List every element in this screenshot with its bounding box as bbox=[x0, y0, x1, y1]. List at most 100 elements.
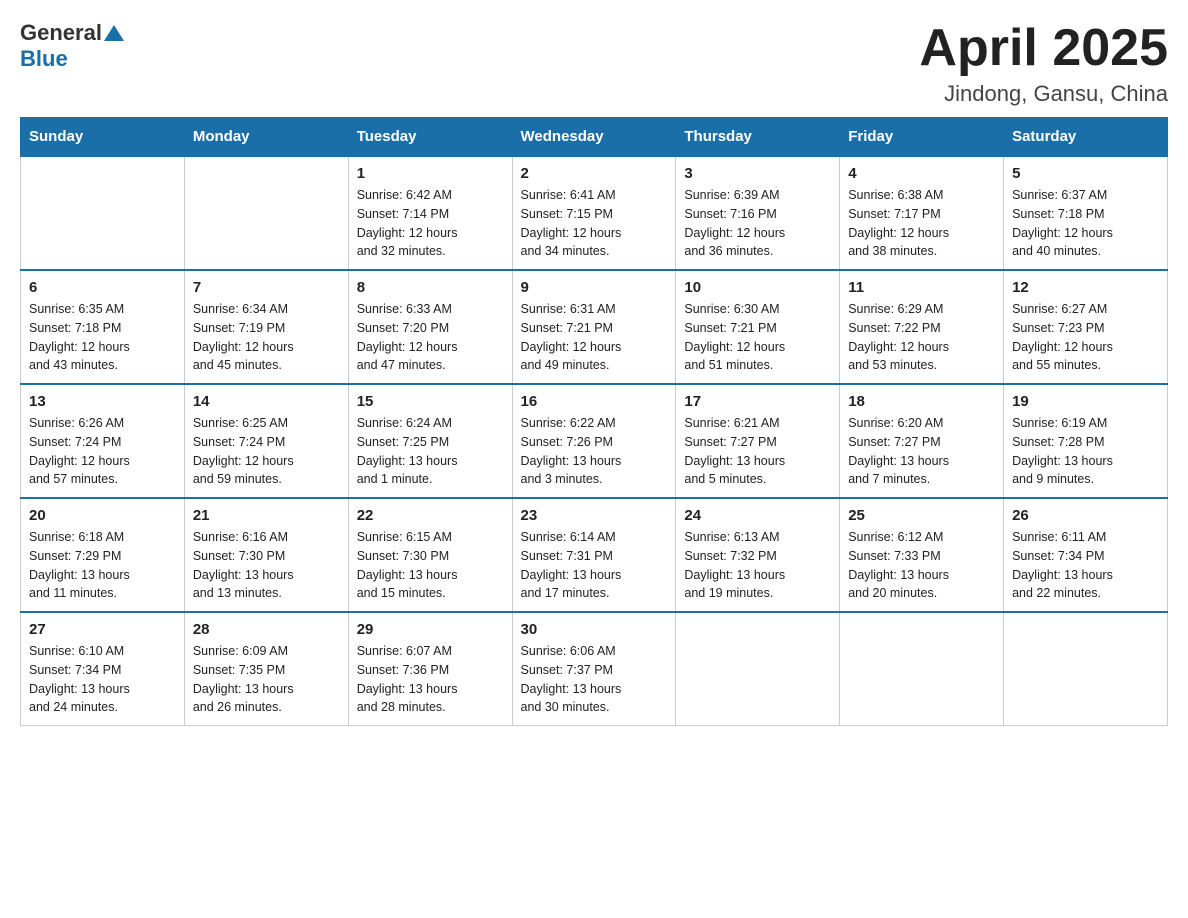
day-number: 22 bbox=[357, 507, 504, 524]
day-number: 9 bbox=[521, 279, 668, 296]
calendar-cell: 15 Sunrise: 6:24 AMSunset: 7:25 PMDayligh… bbox=[348, 384, 512, 498]
logo-blue: Blue bbox=[20, 46, 68, 71]
week-row-2: 6 Sunrise: 6:35 AMSunset: 7:18 PMDaylight… bbox=[21, 270, 1168, 384]
day-number: 25 bbox=[848, 507, 995, 524]
calendar-cell: 26 Sunrise: 6:11 AMSunset: 7:34 PMDayligh… bbox=[1004, 498, 1168, 612]
calendar-cell: 7 Sunrise: 6:34 AMSunset: 7:19 PMDaylight… bbox=[184, 270, 348, 384]
day-info: Sunrise: 6:37 AMSunset: 7:18 PMDaylight:… bbox=[1012, 186, 1159, 261]
calendar-cell bbox=[676, 612, 840, 726]
day-info: Sunrise: 6:24 AMSunset: 7:25 PMDaylight:… bbox=[357, 414, 504, 489]
day-number: 20 bbox=[29, 507, 176, 524]
day-info: Sunrise: 6:10 AMSunset: 7:34 PMDaylight:… bbox=[29, 642, 176, 717]
calendar-cell: 12 Sunrise: 6:27 AMSunset: 7:23 PMDayligh… bbox=[1004, 270, 1168, 384]
logo-general: General bbox=[20, 20, 102, 46]
calendar-cell: 1Sunrise: 6:42 AMSunset: 7:14 PMDaylight… bbox=[348, 156, 512, 270]
calendar-cell bbox=[184, 156, 348, 270]
day-number: 23 bbox=[521, 507, 668, 524]
calendar-cell: 29 Sunrise: 6:07 AMSunset: 7:36 PMDayligh… bbox=[348, 612, 512, 726]
day-info: Sunrise: 6:39 AMSunset: 7:16 PMDaylight:… bbox=[684, 186, 831, 261]
header-saturday: Saturday bbox=[1004, 118, 1168, 157]
week-row-1: 1Sunrise: 6:42 AMSunset: 7:14 PMDaylight… bbox=[21, 156, 1168, 270]
day-info: Sunrise: 6:34 AMSunset: 7:19 PMDaylight:… bbox=[193, 300, 340, 375]
day-number: 24 bbox=[684, 507, 831, 524]
day-info: Sunrise: 6:35 AMSunset: 7:18 PMDaylight:… bbox=[29, 300, 176, 375]
calendar-cell: 28 Sunrise: 6:09 AMSunset: 7:35 PMDayligh… bbox=[184, 612, 348, 726]
day-number: 11 bbox=[848, 279, 995, 296]
calendar-cell: 8 Sunrise: 6:33 AMSunset: 7:20 PMDaylight… bbox=[348, 270, 512, 384]
day-info: Sunrise: 6:19 AMSunset: 7:28 PMDaylight:… bbox=[1012, 414, 1159, 489]
day-info: Sunrise: 6:33 AMSunset: 7:20 PMDaylight:… bbox=[357, 300, 504, 375]
day-info: Sunrise: 6:27 AMSunset: 7:23 PMDaylight:… bbox=[1012, 300, 1159, 375]
calendar-cell: 21Sunrise: 6:16 AMSunset: 7:30 PMDayligh… bbox=[184, 498, 348, 612]
calendar-cell: 17 Sunrise: 6:21 AMSunset: 7:27 PMDayligh… bbox=[676, 384, 840, 498]
calendar-cell: 16 Sunrise: 6:22 AMSunset: 7:26 PMDayligh… bbox=[512, 384, 676, 498]
day-info: Sunrise: 6:30 AMSunset: 7:21 PMDaylight:… bbox=[684, 300, 831, 375]
calendar-cell: 2Sunrise: 6:41 AMSunset: 7:15 PMDaylight… bbox=[512, 156, 676, 270]
day-info: Sunrise: 6:14 AMSunset: 7:31 PMDaylight:… bbox=[521, 528, 668, 603]
day-info: Sunrise: 6:31 AMSunset: 7:21 PMDaylight:… bbox=[521, 300, 668, 375]
day-number: 30 bbox=[521, 621, 668, 638]
calendar-cell: 24 Sunrise: 6:13 AMSunset: 7:32 PMDayligh… bbox=[676, 498, 840, 612]
week-row-5: 27 Sunrise: 6:10 AMSunset: 7:34 PMDayligh… bbox=[21, 612, 1168, 726]
day-info: Sunrise: 6:42 AMSunset: 7:14 PMDaylight:… bbox=[357, 186, 504, 261]
day-info: Sunrise: 6:20 AMSunset: 7:27 PMDaylight:… bbox=[848, 414, 995, 489]
day-info: Sunrise: 6:21 AMSunset: 7:27 PMDaylight:… bbox=[684, 414, 831, 489]
day-info: Sunrise: 6:16 AMSunset: 7:30 PMDaylight:… bbox=[193, 528, 340, 603]
header-monday: Monday bbox=[184, 118, 348, 157]
day-number: 17 bbox=[684, 393, 831, 410]
day-info: Sunrise: 6:12 AMSunset: 7:33 PMDaylight:… bbox=[848, 528, 995, 603]
header-sunday: Sunday bbox=[21, 118, 185, 157]
day-info: Sunrise: 6:07 AMSunset: 7:36 PMDaylight:… bbox=[357, 642, 504, 717]
week-row-4: 20 Sunrise: 6:18 AMSunset: 7:29 PMDayligh… bbox=[21, 498, 1168, 612]
header-friday: Friday bbox=[840, 118, 1004, 157]
calendar-cell: 11 Sunrise: 6:29 AMSunset: 7:22 PMDayligh… bbox=[840, 270, 1004, 384]
calendar-cell: 20 Sunrise: 6:18 AMSunset: 7:29 PMDayligh… bbox=[21, 498, 185, 612]
day-info: Sunrise: 6:13 AMSunset: 7:32 PMDaylight:… bbox=[684, 528, 831, 603]
header-wednesday: Wednesday bbox=[512, 118, 676, 157]
calendar-cell: 13Sunrise: 6:26 AMSunset: 7:24 PMDayligh… bbox=[21, 384, 185, 498]
calendar-header-row: SundayMondayTuesdayWednesdayThursdayFrid… bbox=[21, 118, 1168, 157]
location-subtitle: Jindong, Gansu, China bbox=[919, 81, 1168, 107]
logo: General Blue bbox=[20, 20, 124, 72]
title-block: April 2025 Jindong, Gansu, China bbox=[919, 20, 1168, 107]
calendar-cell: 22Sunrise: 6:15 AMSunset: 7:30 PMDayligh… bbox=[348, 498, 512, 612]
day-info: Sunrise: 6:29 AMSunset: 7:22 PMDaylight:… bbox=[848, 300, 995, 375]
day-number: 15 bbox=[357, 393, 504, 410]
day-number: 13 bbox=[29, 393, 176, 410]
day-number: 5 bbox=[1012, 165, 1159, 182]
calendar-cell bbox=[840, 612, 1004, 726]
calendar-cell: 18Sunrise: 6:20 AMSunset: 7:27 PMDayligh… bbox=[840, 384, 1004, 498]
calendar-table: SundayMondayTuesdayWednesdayThursdayFrid… bbox=[20, 117, 1168, 726]
day-number: 27 bbox=[29, 621, 176, 638]
day-number: 4 bbox=[848, 165, 995, 182]
day-number: 7 bbox=[193, 279, 340, 296]
page-header: General Blue April 2025 Jindong, Gansu, … bbox=[20, 20, 1168, 107]
day-number: 12 bbox=[1012, 279, 1159, 296]
day-number: 2 bbox=[521, 165, 668, 182]
calendar-cell: 3Sunrise: 6:39 AMSunset: 7:16 PMDaylight… bbox=[676, 156, 840, 270]
day-info: Sunrise: 6:38 AMSunset: 7:17 PMDaylight:… bbox=[848, 186, 995, 261]
calendar-cell: 14Sunrise: 6:25 AMSunset: 7:24 PMDayligh… bbox=[184, 384, 348, 498]
day-info: Sunrise: 6:25 AMSunset: 7:24 PMDaylight:… bbox=[193, 414, 340, 489]
month-year-title: April 2025 bbox=[919, 20, 1168, 77]
calendar-cell: 6 Sunrise: 6:35 AMSunset: 7:18 PMDaylight… bbox=[21, 270, 185, 384]
calendar-cell: 19 Sunrise: 6:19 AMSunset: 7:28 PMDayligh… bbox=[1004, 384, 1168, 498]
day-info: Sunrise: 6:11 AMSunset: 7:34 PMDaylight:… bbox=[1012, 528, 1159, 603]
day-info: Sunrise: 6:22 AMSunset: 7:26 PMDaylight:… bbox=[521, 414, 668, 489]
day-number: 8 bbox=[357, 279, 504, 296]
day-info: Sunrise: 6:09 AMSunset: 7:35 PMDaylight:… bbox=[193, 642, 340, 717]
calendar-cell bbox=[1004, 612, 1168, 726]
calendar-cell: 30Sunrise: 6:06 AMSunset: 7:37 PMDayligh… bbox=[512, 612, 676, 726]
calendar-cell: 4 Sunrise: 6:38 AMSunset: 7:17 PMDaylight… bbox=[840, 156, 1004, 270]
header-thursday: Thursday bbox=[676, 118, 840, 157]
day-number: 16 bbox=[521, 393, 668, 410]
day-info: Sunrise: 6:18 AMSunset: 7:29 PMDaylight:… bbox=[29, 528, 176, 603]
calendar-cell: 5 Sunrise: 6:37 AMSunset: 7:18 PMDaylight… bbox=[1004, 156, 1168, 270]
header-tuesday: Tuesday bbox=[348, 118, 512, 157]
day-number: 26 bbox=[1012, 507, 1159, 524]
calendar-cell: 25 Sunrise: 6:12 AMSunset: 7:33 PMDayligh… bbox=[840, 498, 1004, 612]
day-number: 19 bbox=[1012, 393, 1159, 410]
day-number: 29 bbox=[357, 621, 504, 638]
day-number: 6 bbox=[29, 279, 176, 296]
day-number: 28 bbox=[193, 621, 340, 638]
